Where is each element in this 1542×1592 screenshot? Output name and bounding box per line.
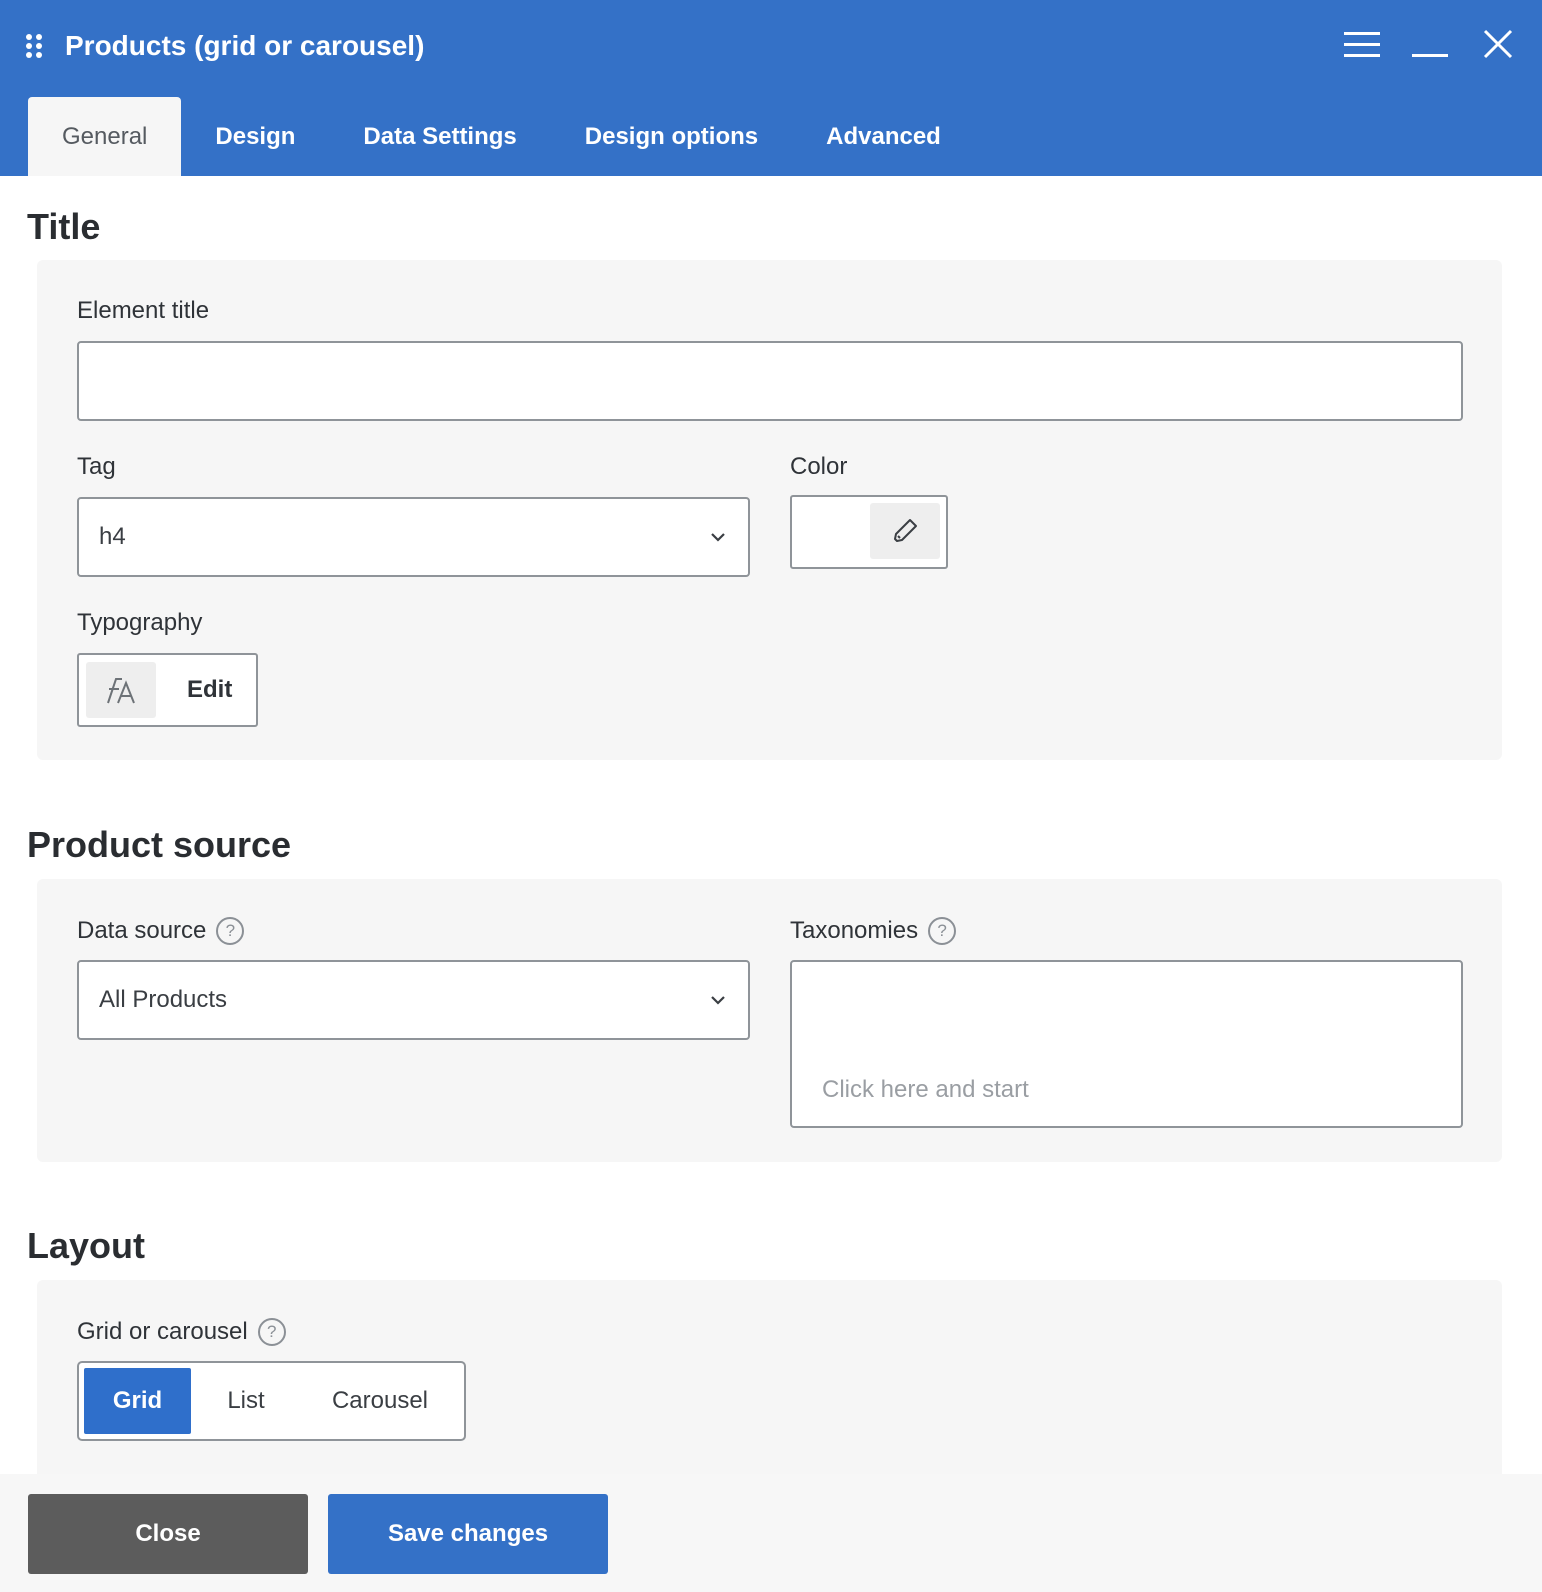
help-icon[interactable]: ? [928,917,957,945]
grid-or-carousel-toggle: Grid List Carousel [77,1361,466,1441]
element-title-input[interactable] [77,341,1463,421]
help-icon[interactable]: ? [257,1318,286,1346]
window-header: Products (grid or carousel) General Desi… [0,0,1542,176]
option-grid[interactable]: Grid [84,1368,191,1434]
option-list[interactable]: List [191,1368,301,1434]
window-title: Products (grid or carousel) [65,30,425,61]
chevron-down-icon [708,990,728,1010]
drag-handle-icon[interactable] [24,32,44,60]
eyedropper-icon[interactable] [870,503,940,559]
color-label: Color [790,453,848,480]
taxonomies-input[interactable]: Click here and start [790,960,1463,1128]
typography-edit-label: Edit [187,676,233,703]
data-source-select-value: All Products [99,986,228,1013]
close-icon[interactable] [1478,24,1518,64]
grid-or-carousel-label-text: Grid or carousel [77,1318,248,1345]
tab-bar: General Design Data Settings Design opti… [28,97,975,176]
dialog-footer: Close Save changes [0,1474,1542,1592]
typography-edit-button[interactable]: Edit [77,653,258,727]
section-heading-product-source: Product source [27,824,292,865]
tag-label: Tag [77,453,116,480]
taxonomies-label-text: Taxonomies [790,917,919,944]
save-changes-button[interactable]: Save changes [328,1494,608,1574]
tab-design[interactable]: Design [181,97,329,176]
taxonomies-label: Taxonomies ? [790,916,957,946]
section-heading-layout: Layout [27,1225,146,1266]
tag-select[interactable]: h4 [77,497,750,577]
tab-advanced[interactable]: Advanced [792,97,975,176]
typography-label: Typography [77,609,203,636]
title-panel: Element title Tag h4 Color Typography Ed… [37,260,1502,760]
data-source-label-text: Data source [77,917,207,944]
section-heading-title: Title [27,206,101,247]
taxonomies-placeholder: Click here and start [822,1076,1029,1103]
element-title-label: Element title [77,297,210,324]
data-source-select[interactable]: All Products [77,960,750,1040]
tab-design-options[interactable]: Design options [551,97,792,176]
window-actions [1342,24,1518,64]
hamburger-menu-icon[interactable] [1342,24,1382,64]
tab-general[interactable]: General [28,97,182,176]
tag-select-value: h4 [99,523,126,550]
grid-or-carousel-label: Grid or carousel ? [77,1317,286,1347]
product-source-panel: Data source ? All Products Taxonomies ? … [37,879,1502,1162]
data-source-label: Data source ? [77,916,245,946]
close-button[interactable]: Close [28,1494,308,1574]
chevron-down-icon [708,527,728,547]
option-carousel[interactable]: Carousel [301,1368,459,1434]
color-picker[interactable] [790,495,948,569]
tab-data-settings[interactable]: Data Settings [329,97,550,176]
font-typography-icon [86,662,156,718]
help-icon[interactable]: ? [216,917,245,945]
minimize-icon[interactable] [1410,24,1450,64]
